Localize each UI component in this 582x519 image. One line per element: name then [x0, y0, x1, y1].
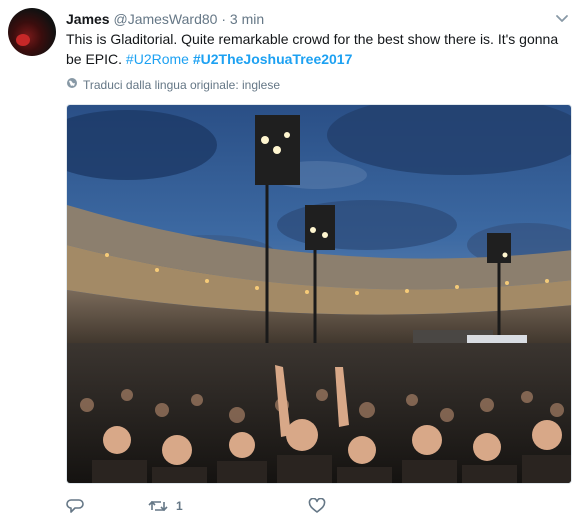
- author-name[interactable]: James: [66, 11, 110, 27]
- tweet-actions: 1: [66, 496, 326, 516]
- separator: ·: [221, 11, 226, 27]
- avatar-highlight: [16, 34, 30, 46]
- tweet-text: This is Gladitorial. Quite remarkable cr…: [66, 29, 566, 69]
- retweet-icon: [148, 498, 168, 514]
- author-handle[interactable]: @JamesWard80: [113, 11, 217, 27]
- translate-link[interactable]: Traduci dalla lingua originale: inglese: [66, 77, 280, 92]
- hashtag-link[interactable]: #U2Rome: [126, 51, 189, 67]
- reply-button[interactable]: [66, 498, 148, 514]
- heart-icon: [308, 498, 326, 514]
- retweet-button[interactable]: 1: [148, 498, 308, 514]
- reply-icon: [66, 498, 84, 514]
- tweet-photo[interactable]: [66, 104, 572, 484]
- tweet-header: James @JamesWard80 · 3 min: [66, 10, 264, 28]
- tweet-card[interactable]: James @JamesWard80 · 3 min This is Gladi…: [0, 0, 582, 519]
- translate-label: Traduci dalla lingua originale: inglese: [83, 77, 281, 92]
- chevron-down-icon[interactable]: [554, 10, 570, 26]
- retweet-count: 1: [176, 499, 183, 513]
- globe-icon: [66, 77, 78, 92]
- timestamp[interactable]: 3 min: [230, 11, 264, 27]
- hashtag-link[interactable]: #U2TheJoshuaTree2017: [193, 51, 353, 67]
- avatar[interactable]: [8, 8, 56, 56]
